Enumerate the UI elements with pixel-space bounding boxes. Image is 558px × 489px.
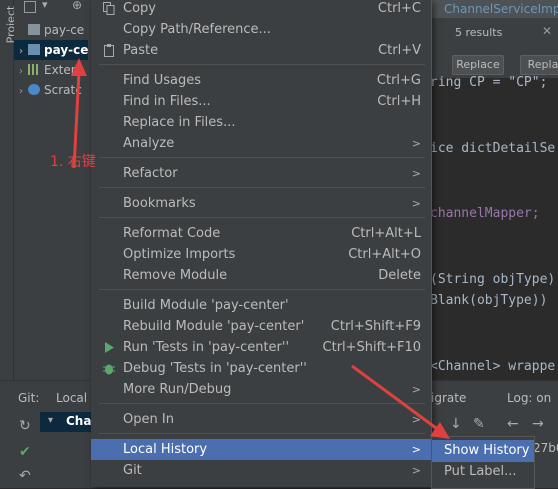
annotation-arrow-up bbox=[71, 58, 87, 169]
annotation-arrows bbox=[71, 58, 450, 439]
annotation-arrow-down-right bbox=[351, 364, 450, 439]
